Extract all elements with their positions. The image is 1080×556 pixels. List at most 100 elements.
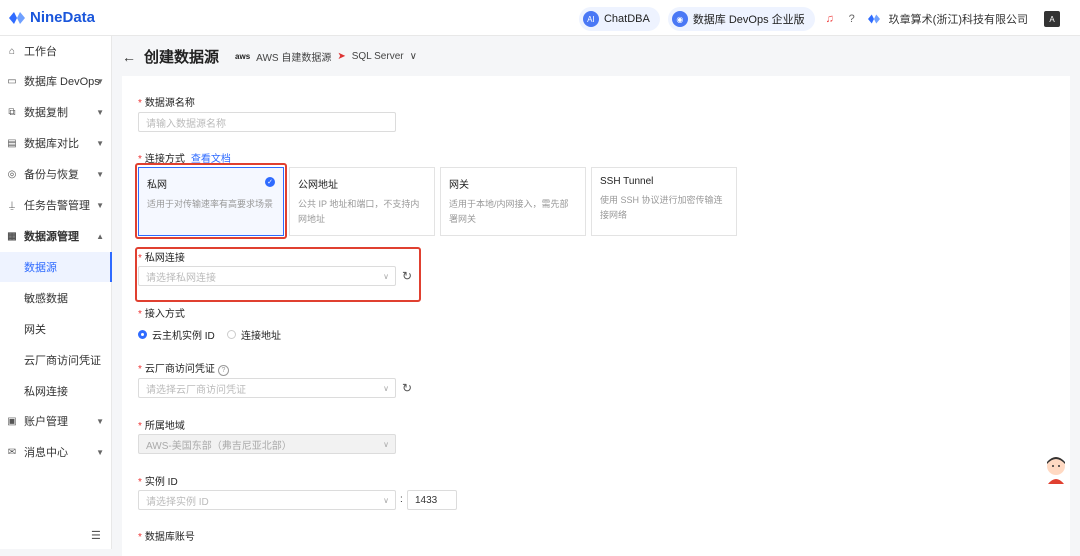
required-mark: * xyxy=(138,421,142,432)
sidebar-subitem-datasource[interactable]: 数据源 xyxy=(0,252,112,282)
sidebar-item-devops[interactable]: ▭ 数据库 DevOps ▼ xyxy=(0,66,112,96)
help-icon[interactable]: ? xyxy=(217,365,229,376)
region-label: * 所属地域 xyxy=(138,417,185,432)
sidebar-subitem-gateway[interactable]: 网关 xyxy=(0,314,112,344)
account-icon: ▣ xyxy=(7,415,17,427)
sqlserver-icon: ➤ xyxy=(337,51,346,62)
required-mark: * xyxy=(138,364,142,375)
credential-label: * 云厂商访问凭证? xyxy=(138,360,229,376)
sidebar-item-alarm[interactable]: ⍊ 任务告警管理 ▼ xyxy=(0,190,112,220)
sidebar-item-label: 消息中心 xyxy=(24,447,68,459)
org-logo-icon xyxy=(867,14,880,24)
sidebar-item-account[interactable]: ▣ 账户管理 ▼ xyxy=(0,406,112,436)
sidebar: ⌂ 工作台 ▭ 数据库 DevOps ▼ ⧉ 数据复制 ▼ ▤ 数据库对比 ▼ … xyxy=(0,36,112,549)
chevron-down-icon: ▼ xyxy=(96,107,104,117)
region-select: AWS-美国东部（弗吉尼亚北部） ∨ xyxy=(138,434,396,454)
radio-label: 连接地址 xyxy=(241,331,281,342)
form-card: * 数据源名称 请输入数据源名称 * 连接方式 查看文档 私网 适用于对传输速率有高要… xyxy=(122,76,1070,556)
sidebar-item-messages[interactable]: ✉ 消息中心 ▼ xyxy=(0,437,112,467)
refresh-icon[interactable]: ↻ xyxy=(402,381,412,395)
chevron-down-icon: ∨ xyxy=(383,439,389,449)
help-icon[interactable]: ? xyxy=(845,12,859,26)
notification-icon[interactable]: ♫ xyxy=(823,12,837,26)
option-desc: 公共 IP 地址和端口，不支持内网地址 xyxy=(298,199,420,224)
monitor-icon: ▭ xyxy=(7,75,17,87)
page-title: 创建数据源 xyxy=(144,49,220,66)
select-value: AWS-美国东部（弗吉尼亚北部） xyxy=(146,440,292,452)
sidebar-item-label: 工作台 xyxy=(24,46,57,58)
chevron-down-icon: ▼ xyxy=(96,169,104,179)
connect-option-gateway[interactable]: 网关 适用于本地/内网接入，需先部署网关 xyxy=(440,167,586,236)
chevron-down-icon: ▼ xyxy=(96,200,104,210)
option-desc: 适用于本地/内网接入，需先部署网关 xyxy=(449,199,569,224)
radio-unchecked-icon xyxy=(227,330,236,339)
language-icon[interactable]: A xyxy=(1044,11,1060,27)
option-title: 网关 xyxy=(449,180,469,191)
port-input[interactable]: 1433 xyxy=(407,490,457,510)
radio-checked-icon xyxy=(138,330,147,339)
chevron-down-icon: ∨ xyxy=(383,495,389,505)
sidebar-subitem-sensitive[interactable]: 敏感数据 xyxy=(0,283,112,313)
source-type: AWS 自建数据源 xyxy=(256,53,332,64)
page-header: ← 创建数据源 aws AWS 自建数据源 ➤ SQL Server ∨ xyxy=(122,46,417,67)
sidebar-item-label: 数据库对比 xyxy=(24,138,79,150)
database-icon: ▦ xyxy=(7,230,17,242)
required-mark: * xyxy=(138,98,142,109)
sidebar-item-label: 备份与恢复 xyxy=(24,169,79,181)
option-title: SSH Tunnel xyxy=(600,176,654,187)
globe-icon: ◉ xyxy=(671,11,688,27)
main-content: ← 创建数据源 aws AWS 自建数据源 ➤ SQL Server ∨ * 数据… xyxy=(112,36,1080,556)
label-text: 数据库账号 xyxy=(144,532,195,543)
label-text: 实例 ID xyxy=(144,477,178,488)
required-mark: * xyxy=(138,309,142,320)
copy-icon: ⧉ xyxy=(8,106,16,118)
sidebar-subitem-credential[interactable]: 云厂商访问凭证 xyxy=(0,345,112,375)
label-text: 云厂商访问凭证 xyxy=(144,364,215,375)
sidebar-item-compare[interactable]: ▤ 数据库对比 ▼ xyxy=(0,128,112,158)
access-label: * 接入方式 xyxy=(138,305,185,320)
sidebar-subitem-private-link[interactable]: 私网连接 xyxy=(0,376,112,406)
label-text: 接入方式 xyxy=(144,309,185,320)
sidebar-item-label: 账户管理 xyxy=(24,416,68,428)
sidebar-item-label: 数据复制 xyxy=(24,107,68,119)
chatdba-label: ChatDBA xyxy=(603,13,650,25)
required-mark: * xyxy=(138,532,142,543)
connect-option-public[interactable]: 公网地址 公共 IP 地址和端口，不支持内网地址 xyxy=(289,167,435,236)
radio-label: 云主机实例 ID xyxy=(152,331,215,342)
name-input[interactable]: 请输入数据源名称 xyxy=(138,112,396,132)
chevron-down-icon[interactable]: ∨ xyxy=(410,51,417,62)
sidebar-item-datasource-mgmt[interactable]: ▦ 数据源管理 ▲ xyxy=(0,221,112,251)
sidebar-item-backup[interactable]: ◎ 备份与恢复 ▼ xyxy=(0,159,112,189)
logo[interactable]: NineData xyxy=(8,9,95,26)
compare-icon: ▤ xyxy=(7,137,17,149)
select-placeholder: 请选择实例 ID xyxy=(146,496,209,508)
sidebar-item-workbench[interactable]: ⌂ 工作台 xyxy=(0,36,112,66)
chevron-up-icon: ▲ xyxy=(96,231,104,241)
backup-icon: ◎ xyxy=(7,168,17,180)
label-text: 所属地域 xyxy=(144,421,185,432)
credential-select[interactable]: 请选择云厂商访问凭证 ∨ xyxy=(138,378,396,398)
instance-select[interactable]: 请选择实例 ID ∨ xyxy=(138,490,396,510)
chevron-down-icon: ▼ xyxy=(96,416,104,426)
access-radio-instance[interactable]: 云主机实例 ID xyxy=(138,327,215,342)
back-arrow-icon[interactable]: ← xyxy=(122,49,136,65)
sidebar-item-label: 任务告警管理 xyxy=(24,200,90,212)
devops-edition-badge[interactable]: ◉ 数据库 DevOps 企业版 xyxy=(667,7,815,31)
sidebar-item-replication[interactable]: ⧉ 数据复制 ▼ xyxy=(0,97,112,127)
account-label: * 数据库账号 xyxy=(138,528,195,543)
db-type-selector[interactable]: SQL Server xyxy=(352,51,404,62)
label-text: 数据源名称 xyxy=(144,98,195,109)
collapse-sidebar-icon[interactable]: ☰ xyxy=(91,529,101,542)
assistant-avatar-icon[interactable] xyxy=(1044,454,1068,484)
access-radio-address[interactable]: 连接地址 xyxy=(227,327,281,342)
company-name[interactable]: 玖章算术(浙江)科技有限公司 xyxy=(889,11,1028,27)
sidebar-item-label: 数据源管理 xyxy=(24,231,79,243)
required-mark: * xyxy=(138,477,142,488)
mail-icon: ✉ xyxy=(7,446,17,458)
alarm-icon: ⍊ xyxy=(9,199,15,211)
top-bar: NineData AI ChatDBA ◉ 数据库 DevOps 企业版 ♫ ?… xyxy=(0,0,1080,36)
breadcrumb: aws AWS 自建数据源 ➤ SQL Server ∨ xyxy=(235,49,417,64)
chevron-down-icon: ∨ xyxy=(383,383,389,393)
chatdba-button[interactable]: AI ChatDBA xyxy=(578,7,660,31)
connect-option-ssh[interactable]: SSH Tunnel 使用 SSH 协议进行加密传输连接网络 xyxy=(591,167,737,236)
